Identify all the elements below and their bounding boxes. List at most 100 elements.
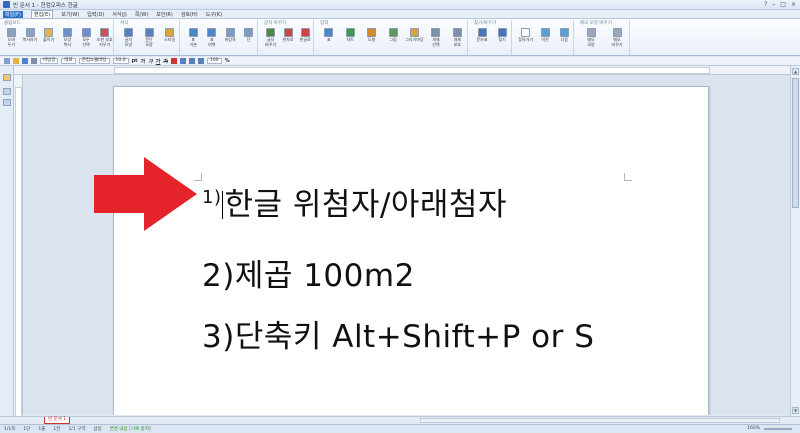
status-zoom[interactable]: 160% (747, 426, 760, 431)
ribbon-tool-button[interactable]: 문단 모양 (142, 28, 156, 47)
tool-label: 찾기 (498, 37, 506, 42)
minimize-button[interactable]: – (772, 1, 775, 8)
ribbon-tool-button[interactable]: 찾기 (495, 28, 509, 43)
outline-icon[interactable] (3, 99, 11, 106)
style-select[interactable]: 바탕글 (40, 58, 59, 64)
tool-label: 문자표 (476, 37, 488, 42)
document-tab[interactable]: 빈 문서 1 (44, 417, 71, 424)
align-left-icon[interactable] (180, 58, 186, 64)
tool-icon (62, 28, 72, 37)
pen-icon[interactable] (3, 74, 11, 81)
line-spacing-input[interactable]: 160 (207, 58, 222, 64)
vertical-scrollbar[interactable]: ▲ ▼ (790, 66, 800, 416)
ribbon-tool-button[interactable]: 복사하기 (23, 28, 37, 43)
ribbon-tool-button[interactable]: 조판 부호 지우기 (97, 28, 113, 47)
horizontal-ruler[interactable] (14, 66, 790, 75)
ribbon-tool-button[interactable]: 문자표 (475, 28, 489, 43)
ribbon-tool-button[interactable]: 개체 보호 (450, 28, 464, 47)
menu-tab[interactable]: 편집(E) (30, 9, 54, 19)
ribbon-tool-button[interactable]: 개체 선택 (429, 28, 443, 47)
language-select[interactable]: 대표 (61, 58, 76, 64)
underline-button[interactable]: 가 (156, 58, 161, 65)
ribbon-tool-button[interactable]: 차트 (343, 28, 357, 43)
superscript-number: 1) (202, 187, 222, 208)
menu-tab[interactable]: 보안(R) (156, 11, 173, 18)
ribbon-group: 입력 표 차트 도형 그림 그리기마당 개체 선택 개체 보호 (318, 20, 468, 55)
ribbon-tool-button[interactable]: 붙이기 (42, 28, 56, 43)
font-size-input[interactable]: 10.0 (112, 58, 129, 64)
status-bar: 1/1쪽 1단 1줄 1칸 1/1 구역 삽입 변경 내용 [기록 중지] 16… (0, 424, 800, 433)
tool-icon (244, 28, 254, 37)
ribbon-tool-button[interactable]: 그림 (386, 28, 400, 43)
document-line-2[interactable]: 2)제곱 100m2 (202, 250, 415, 295)
save-icon[interactable] (22, 58, 28, 64)
status-track-changes[interactable]: 변경 내용 [기록 중지] (110, 426, 151, 432)
italic-button[interactable]: 가 (148, 58, 153, 65)
ribbon-tool-button[interactable]: 메모 바꾸기 (610, 28, 624, 47)
status-mode[interactable]: 삽입 (93, 426, 101, 432)
strike-button[interactable]: 가 (163, 58, 168, 65)
menu-tab[interactable]: 도구(K) (206, 11, 222, 18)
ribbon-tool-button[interactable]: 메모 모양 (584, 28, 598, 47)
print-icon[interactable] (31, 58, 37, 64)
status-page: 1/1쪽 (4, 427, 16, 432)
menu-tab[interactable]: 쪽(W) (135, 11, 148, 18)
open-icon[interactable] (13, 58, 19, 64)
ribbon-tool-button[interactable]: 다음 (557, 28, 571, 43)
tool-label: 다음 (560, 37, 569, 42)
ribbon-tool-button[interactable]: 도형 (365, 28, 379, 43)
menu-tab[interactable]: 검토(H) (181, 11, 198, 18)
scroll-thumb[interactable] (792, 78, 799, 208)
ribbon-tool-button[interactable]: 한자로 (281, 28, 295, 43)
document-line-1[interactable]: 1)한글 위첨자/아래첨자 (202, 179, 507, 224)
document-page[interactable]: 1)한글 위첨자/아래첨자 2)제곱 100m2 3)단축키 Alt+Shift… (113, 86, 709, 415)
document-line-3[interactable]: 3)단축키 Alt+Shift+P or S (202, 311, 594, 356)
ribbon-tool-button[interactable]: 표 여백 (205, 28, 219, 47)
format-toolbar: 바탕글 대표 한컴소몰바탕 10.0 pt 가 가 가 가 160 % (0, 57, 800, 66)
close-button[interactable]: × (791, 1, 796, 8)
menu-tab[interactable]: 입력(D) (87, 11, 104, 18)
bold-button[interactable]: 가 (141, 58, 146, 65)
tool-icon (266, 28, 276, 37)
font-color-icon[interactable] (171, 58, 177, 64)
tool-icon (409, 28, 419, 37)
window-controls: ? – □ × (764, 1, 796, 8)
ribbon-tool-button[interactable]: 글자 바꾸기 (264, 28, 278, 47)
ribbon-tool-button[interactable]: 그리기마당 (405, 28, 424, 43)
ribbon-tool-button[interactable]: 찾아가기 (518, 28, 534, 43)
ribbon-tool-button[interactable]: 모두 선택 (79, 28, 93, 47)
scroll-up-arrow-icon[interactable]: ▲ (792, 68, 799, 75)
ribbon-tool-button[interactable]: 오려 두기 (4, 28, 18, 47)
tool-label: 찾아가기 (518, 37, 534, 42)
font-select[interactable]: 한컴소몰바탕 (78, 58, 110, 64)
maximize-button[interactable]: □ (780, 1, 786, 8)
ribbon-tool-button[interactable]: 표 기본 (186, 28, 200, 47)
scroll-down-arrow-icon[interactable]: ▼ (792, 407, 799, 414)
ribbon-tool-button[interactable]: 단 (242, 28, 256, 43)
ribbon-tool-button[interactable]: 바탕쪽 (223, 28, 237, 43)
page-icon[interactable] (3, 88, 11, 95)
new-doc-icon[interactable] (4, 58, 10, 64)
ribbon-tool-button[interactable]: 한글로 (298, 28, 312, 43)
vertical-ruler[interactable] (14, 75, 23, 417)
horizontal-scrollbar[interactable] (420, 418, 780, 423)
align-center-icon[interactable] (189, 58, 195, 64)
ribbon-tool-button[interactable]: 모양 복사 (60, 28, 74, 47)
ribbon-tool-button[interactable]: 이전 (538, 28, 552, 43)
tool-label: 그림 (389, 37, 397, 42)
zoom-slider[interactable] (764, 428, 792, 430)
ribbon-tool-button[interactable]: 스타일 (163, 28, 177, 43)
margin-corner-right (624, 173, 632, 181)
tool-icon (225, 28, 235, 37)
ribbon-tool-button[interactable]: 글자 모양 (121, 28, 135, 47)
help-button[interactable]: ? (764, 1, 767, 8)
menu-tab[interactable]: 보기(W) (61, 11, 79, 18)
tool-label: 한글로 (299, 37, 311, 42)
menu-tab[interactable]: 서식(J) (112, 11, 127, 18)
align-right-icon[interactable] (198, 58, 204, 64)
ribbon-group: 글자 바꾸기 글자 바꾸기 한자로 한글로 (262, 20, 314, 55)
tool-icon (25, 28, 35, 37)
menu-tab[interactable]: 파일(F) (3, 10, 23, 18)
ribbon-tool-button[interactable]: 표 (322, 28, 336, 43)
ribbon-group: 메모 모양 바꾸기 메모 모양 메모 바꾸기 (578, 20, 630, 55)
